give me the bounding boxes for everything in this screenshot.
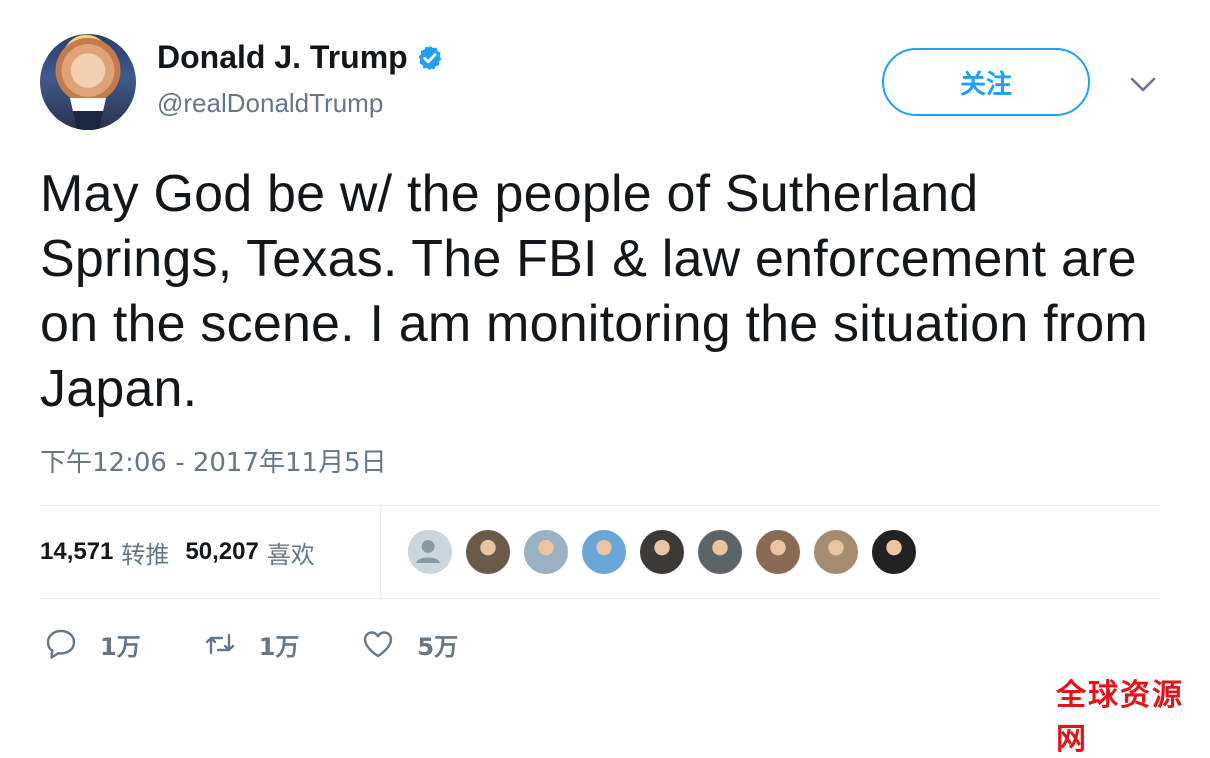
retweet-icon (205, 633, 234, 655)
liker-avatar-7[interactable] (754, 528, 802, 576)
likes-label: 喜欢 (266, 540, 315, 569)
liker-avatar-4[interactable] (580, 528, 628, 576)
chevron-down-icon[interactable] (1128, 72, 1158, 96)
liker-avatar-1[interactable] (406, 528, 454, 576)
retweet-count: 1万 (258, 632, 300, 661)
like-count: 5万 (417, 632, 459, 661)
display-name-row[interactable]: Donald J. Trump (157, 39, 444, 76)
user-handle[interactable]: @realDonaldTrump (157, 88, 383, 119)
like-action[interactable]: 5万 (361, 627, 458, 662)
liker-avatar-5[interactable] (638, 528, 686, 576)
tweet-stats: 14,571 转推 50,207 喜欢 (40, 506, 331, 598)
verified-badge-icon (418, 45, 442, 70)
tweet-actions: 1万 1万 5万 (44, 620, 520, 668)
reply-count: 1万 (100, 632, 141, 661)
tweet-timestamp[interactable]: 下午12:06 - 2017年11月5日 (40, 442, 387, 479)
default-avatar-icon (408, 530, 449, 571)
follow-button[interactable]: 关注 (882, 48, 1090, 116)
retweets-stat[interactable]: 14,571 转推 (40, 535, 169, 570)
liker-avatar-8[interactable] (812, 528, 860, 576)
stats-separator (380, 506, 381, 598)
display-name[interactable]: Donald J. Trump (157, 39, 408, 76)
tweet-text: May God be w/ the people of Sutherland S… (40, 165, 1148, 418)
retweets-label: 转推 (121, 540, 170, 569)
profile-avatar[interactable] (40, 34, 136, 130)
retweets-count: 14,571 (40, 538, 114, 565)
site-watermark: 全球资源网 (1056, 678, 1184, 757)
liker-avatar-9[interactable] (870, 528, 918, 576)
stats-bottom-divider (40, 598, 1160, 599)
retweet-action[interactable]: 1万 (203, 627, 300, 662)
heart-icon (364, 631, 393, 658)
likes-stat[interactable]: 50,207 喜欢 (185, 535, 314, 570)
liker-avatar-3[interactable] (522, 528, 570, 576)
liker-avatar-6[interactable] (696, 528, 744, 576)
liker-avatar-2[interactable] (464, 528, 512, 576)
reply-icon (46, 629, 76, 659)
likes-count: 50,207 (185, 538, 259, 565)
reply-action[interactable]: 1万 (44, 627, 141, 662)
